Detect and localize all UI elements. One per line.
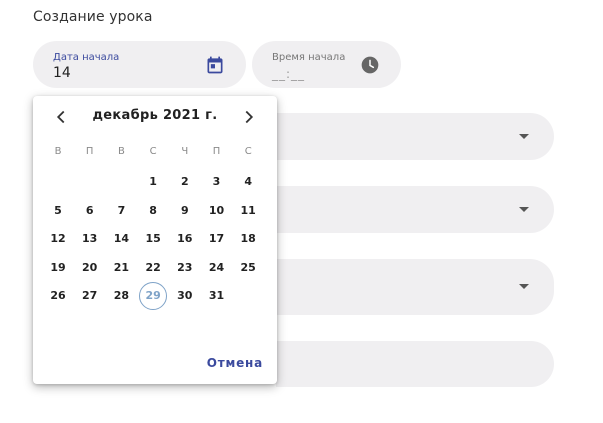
calendar-day[interactable]: 8 [139, 197, 167, 225]
calendar-day[interactable]: 9 [171, 197, 199, 225]
calendar-icon[interactable] [205, 55, 225, 75]
text-field-4[interactable] [276, 341, 554, 387]
select-field-3[interactable] [276, 259, 554, 315]
calendar-day[interactable]: 20 [76, 254, 104, 282]
calendar-day[interactable]: 3 [203, 168, 231, 196]
calendar-day[interactable]: 16 [171, 225, 199, 253]
calendar-day[interactable]: 4 [234, 168, 262, 196]
calendar-day[interactable]: 31 [203, 282, 231, 310]
weekday-label: П [212, 146, 221, 157]
cancel-button[interactable]: Отмена [207, 356, 263, 370]
calendar-day[interactable]: 1 [139, 168, 167, 196]
calendar-day[interactable]: 21 [107, 254, 135, 282]
chevron-right-icon[interactable] [238, 106, 260, 128]
select-field-1[interactable] [276, 113, 554, 160]
calendar-day[interactable]: 11 [234, 197, 262, 225]
calendar-day[interactable]: 18 [234, 225, 262, 253]
calendar-day[interactable]: 28 [107, 282, 135, 310]
calendar-day[interactable]: 22 [139, 254, 167, 282]
calendar-day-today[interactable]: 29 [139, 282, 168, 311]
date-picker-popup: декабрь 2021 г. ВПВСЧПС 1 2 3 4 5 6 7 8 9 10 11 12 1… [33, 96, 277, 384]
calendar-days-grid: 1 2 3 4 5 6 7 8 9 10 11 12 13 14 15 16 17 18 19 20 21 22 23 24 2… [44, 168, 266, 328]
calendar-day[interactable]: 5 [44, 197, 72, 225]
weekday-label: С [149, 146, 157, 157]
calendar-day[interactable]: 14 [107, 225, 135, 253]
calendar-day[interactable]: 27 [76, 282, 104, 310]
start-date-field[interactable]: Дата начала 14 [33, 41, 246, 88]
calendar-day[interactable]: 17 [203, 225, 231, 253]
start-time-field[interactable]: Время начала __:__ [252, 41, 401, 88]
calendar-day[interactable]: 19 [44, 254, 72, 282]
weekday-label: С [244, 146, 252, 157]
weekday-header-row: ВПВСЧПС [44, 146, 266, 160]
caret-down-icon [519, 206, 529, 212]
calendar-day[interactable]: 26 [44, 282, 72, 310]
calendar-day[interactable]: 15 [139, 225, 167, 253]
calendar-day[interactable]: 7 [107, 197, 135, 225]
weekday-label: П [85, 146, 94, 157]
calendar-day[interactable]: 23 [171, 254, 199, 282]
calendar-day[interactable]: 12 [44, 225, 72, 253]
start-date-label: Дата начала [53, 52, 120, 63]
start-date-value: 14 [53, 65, 71, 81]
start-time-label: Время начала [272, 52, 346, 63]
calendar-day[interactable]: 25 [234, 254, 262, 282]
calendar-day[interactable]: 10 [203, 197, 231, 225]
calendar-day[interactable]: 2 [171, 168, 199, 196]
caret-down-icon [519, 133, 529, 139]
calendar-day[interactable]: 13 [76, 225, 104, 253]
start-time-value: __:__ [272, 67, 306, 81]
clock-icon[interactable] [360, 55, 380, 75]
caret-down-icon [519, 284, 529, 289]
weekday-label: В [117, 146, 125, 157]
select-field-2[interactable] [276, 186, 554, 233]
calendar-day[interactable]: 24 [203, 254, 231, 282]
date-picker-header: декабрь 2021 г. [33, 104, 277, 130]
weekday-label: В [54, 146, 62, 157]
weekday-label: Ч [181, 146, 189, 157]
page-title: Создание урока [33, 9, 153, 25]
calendar-day[interactable]: 6 [76, 197, 104, 225]
calendar-day[interactable]: 30 [171, 282, 199, 310]
